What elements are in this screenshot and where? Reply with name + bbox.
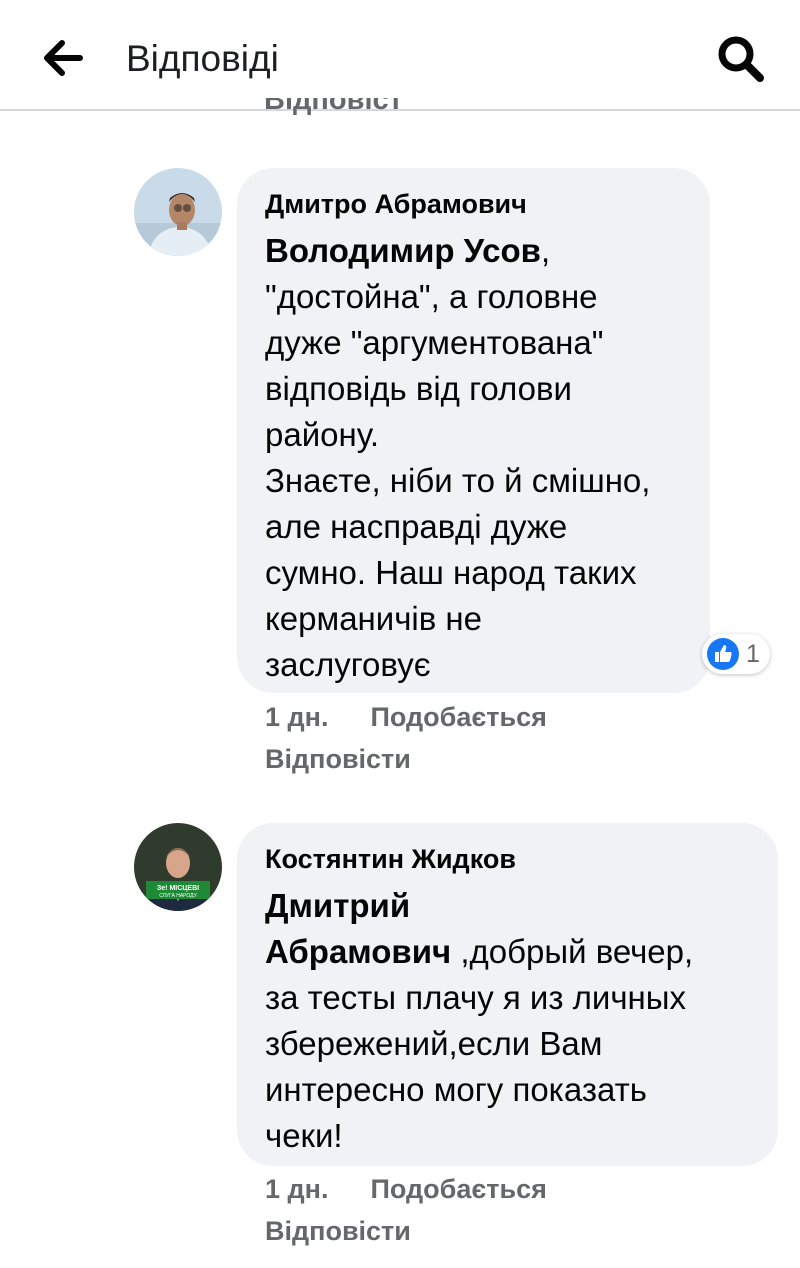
avatar-kostiantyn[interactable]: Зе! МІСЦЕВІ СЛУГА НАРОДУ [134,823,222,911]
comment-time[interactable]: 1 дн. [265,702,328,732]
mention-link[interactable]: Абрамович [265,933,451,970]
like-button[interactable]: Подобається [370,1174,546,1204]
comment-author[interactable]: Костянтин Жидков [265,839,750,879]
top-bar: Відповіді [0,0,800,111]
comment-text: Володимир Усов, "достойна", а головне ду… [265,232,651,683]
avatar-image [134,168,222,256]
search-icon [718,36,764,82]
page-title: Відповіді [126,38,279,79]
avatar-badge-subtext: СЛУГА НАРОДУ [159,893,197,899]
comment-time[interactable]: 1 дн. [265,1174,328,1204]
arrow-left-icon [44,40,83,76]
comment-actions: 1 дн. Подобається Відповісти [265,1168,547,1252]
reply-button[interactable]: Відповісти [265,738,547,780]
avatar-image: Зе! МІСЦЕВІ СЛУГА НАРОДУ [134,823,222,911]
like-button[interactable]: Подобається [370,702,546,732]
clipped-reply-link: Відповісти [264,98,404,116]
mention-link[interactable]: Дмитрий [265,887,410,924]
mention-link[interactable]: Володимир Усов [265,232,541,269]
comment-bubble: Дмитро Абрамович Володимир Усов, "достой… [237,168,710,693]
comment-bubble: Костянтин Жидков Дмитрий Абрамович ,добр… [237,823,778,1166]
comment-actions: 1 дн. Подобається Відповісти [265,696,547,780]
comment-author[interactable]: Дмитро Абрамович [265,184,682,224]
comment-text: Дмитрий Абрамович ,добрый вечер, за тест… [265,887,694,1154]
avatar-dmytro[interactable] [134,168,222,256]
reply-button[interactable]: Відповісти [265,1210,547,1252]
reaction-count[interactable]: 1 [702,634,770,674]
avatar-badge-text: Зе! МІСЦЕВІ [157,885,199,892]
search-button[interactable] [712,30,770,88]
back-button[interactable] [36,32,88,84]
like-icon [707,638,739,670]
